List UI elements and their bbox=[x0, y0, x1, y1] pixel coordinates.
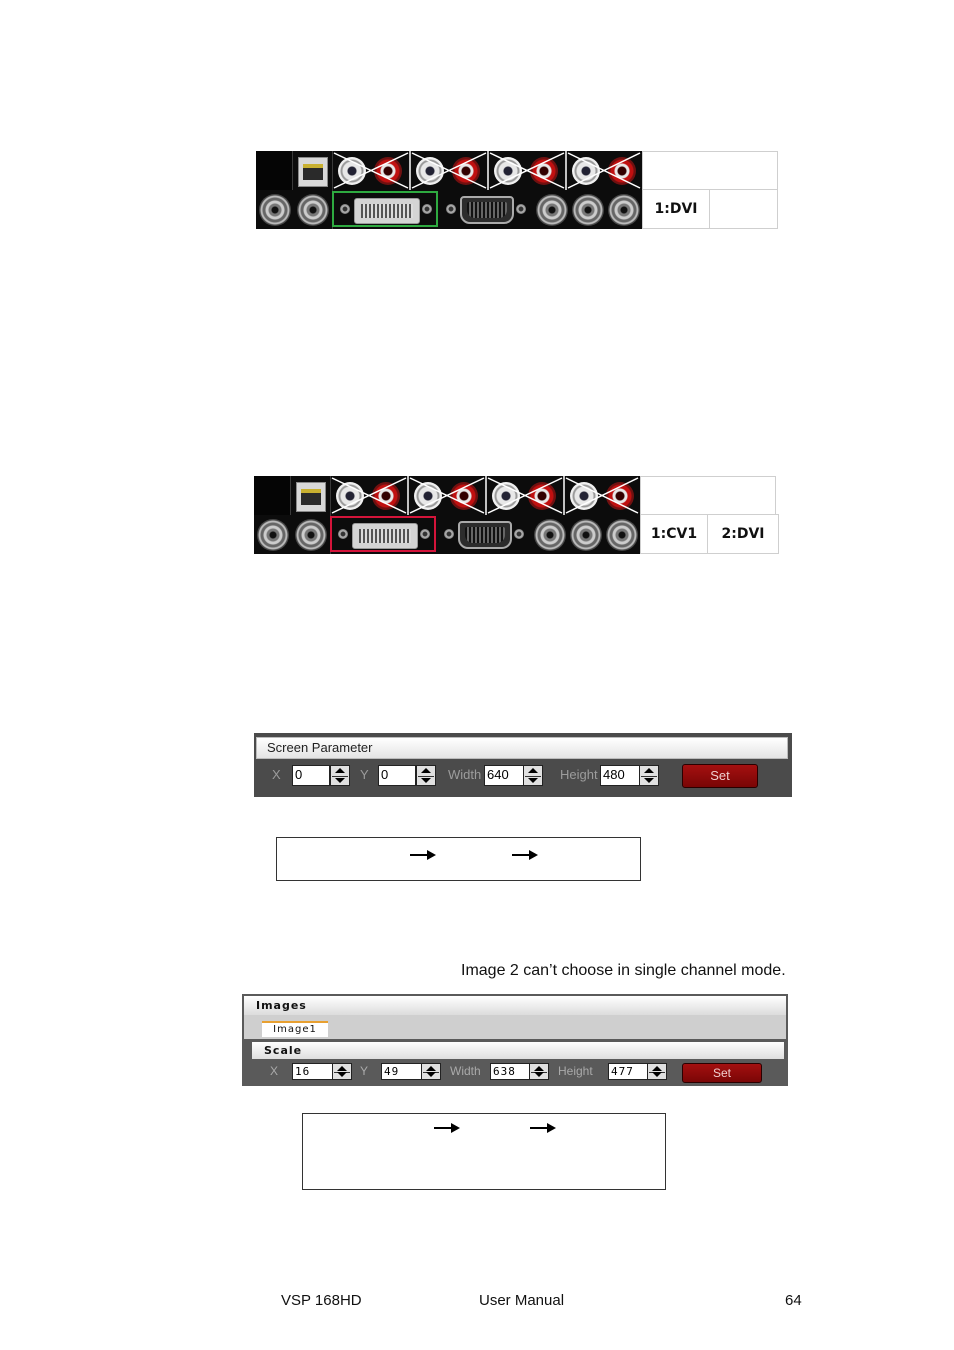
footer-page-number: 64 bbox=[785, 1292, 802, 1309]
blank-slot bbox=[256, 151, 293, 190]
x-label: X bbox=[272, 767, 281, 782]
bnc-connector-icon bbox=[297, 194, 329, 226]
connector-panel-1: 1:DVI bbox=[256, 151, 786, 229]
screw-icon bbox=[516, 204, 526, 214]
footer-doc-title: User Manual bbox=[479, 1292, 565, 1309]
tab-image1[interactable]: Image1 bbox=[262, 1021, 328, 1037]
width-label: Width bbox=[450, 1064, 481, 1078]
width-label: Width bbox=[448, 767, 482, 782]
y-label: Y bbox=[360, 1064, 369, 1078]
width-spinner[interactable] bbox=[523, 765, 543, 786]
screw-icon bbox=[420, 529, 430, 539]
screw-icon bbox=[514, 529, 524, 539]
channel-label-2[interactable] bbox=[709, 189, 778, 229]
blank-slot bbox=[254, 476, 291, 515]
right-arrow-icon bbox=[434, 1123, 460, 1133]
screw-icon bbox=[422, 204, 432, 214]
right-arrow-icon bbox=[530, 1123, 556, 1133]
x-spinner[interactable] bbox=[330, 765, 350, 786]
disabled-cross-icon bbox=[333, 151, 641, 190]
channel-label-empty bbox=[642, 151, 778, 190]
y-spinner[interactable] bbox=[416, 765, 436, 786]
dvi-port-selected[interactable] bbox=[332, 191, 438, 227]
width-input[interactable]: 640 bbox=[484, 765, 524, 786]
bnc-connector-icon bbox=[295, 519, 327, 551]
footer-product: VSP 168HD bbox=[281, 1292, 362, 1309]
vga-port[interactable] bbox=[442, 191, 532, 229]
bnc-connector-icon bbox=[257, 519, 289, 551]
channel-label-1[interactable]: 1:CV1 bbox=[640, 514, 708, 554]
screen-parameter-title: Screen Parameter bbox=[256, 737, 788, 759]
screw-icon bbox=[340, 204, 350, 214]
height-spinner[interactable] bbox=[647, 1063, 667, 1080]
screw-icon bbox=[446, 204, 456, 214]
bnc-connector-icon bbox=[606, 519, 638, 551]
screen-parameter-panel: Screen Parameter X 0 Y 0 Width 640 Heigh… bbox=[254, 733, 792, 797]
bnc-connector-icon bbox=[259, 194, 291, 226]
channel-label-1[interactable]: 1:DVI bbox=[642, 189, 710, 229]
screw-icon bbox=[444, 529, 454, 539]
images-panel: Images Image1 Scale X 16 Y 49 Width 638 … bbox=[242, 994, 788, 1086]
x-input[interactable]: 16 bbox=[292, 1063, 336, 1080]
menu-path-box bbox=[276, 837, 641, 881]
channel-label-empty bbox=[640, 476, 776, 515]
ethernet-port-icon bbox=[296, 482, 326, 512]
note-text: Image 2 can’t choose in single channel m… bbox=[461, 962, 786, 979]
right-arrow-icon bbox=[512, 850, 538, 860]
y-spinner[interactable] bbox=[421, 1063, 441, 1080]
scale-title: Scale bbox=[252, 1042, 784, 1059]
x-label: X bbox=[270, 1064, 279, 1078]
bnc-connector-icon bbox=[608, 194, 640, 226]
screw-icon bbox=[338, 529, 348, 539]
y-input[interactable]: 49 bbox=[381, 1063, 423, 1080]
height-label: Height bbox=[560, 767, 598, 782]
x-input[interactable]: 0 bbox=[292, 765, 330, 786]
set-button[interactable]: Set bbox=[682, 764, 758, 788]
disabled-cross-icon bbox=[331, 476, 639, 515]
dvi-port-selected[interactable] bbox=[330, 516, 436, 552]
y-label: Y bbox=[360, 767, 369, 782]
ethernet-port-icon bbox=[298, 157, 328, 187]
height-label: Height bbox=[558, 1064, 593, 1078]
channel-label-2[interactable]: 2:DVI bbox=[707, 514, 779, 554]
right-arrow-icon bbox=[410, 850, 436, 860]
images-title: Images bbox=[244, 996, 786, 1015]
vga-port[interactable] bbox=[440, 516, 530, 554]
bnc-connector-icon bbox=[570, 519, 602, 551]
width-spinner[interactable] bbox=[529, 1063, 549, 1080]
height-spinner[interactable] bbox=[639, 765, 659, 786]
y-input[interactable]: 0 bbox=[378, 765, 416, 786]
height-input[interactable]: 480 bbox=[600, 765, 640, 786]
bnc-connector-icon bbox=[534, 519, 566, 551]
bnc-connector-icon bbox=[536, 194, 568, 226]
x-spinner[interactable] bbox=[332, 1063, 352, 1080]
width-input[interactable]: 638 bbox=[490, 1063, 532, 1080]
height-input[interactable]: 477 bbox=[608, 1063, 650, 1080]
bnc-connector-icon bbox=[572, 194, 604, 226]
connector-panel-2: 1:CV1 2:DVI bbox=[254, 476, 782, 554]
menu-path-box bbox=[302, 1113, 666, 1190]
set-button[interactable]: Set bbox=[682, 1063, 762, 1083]
